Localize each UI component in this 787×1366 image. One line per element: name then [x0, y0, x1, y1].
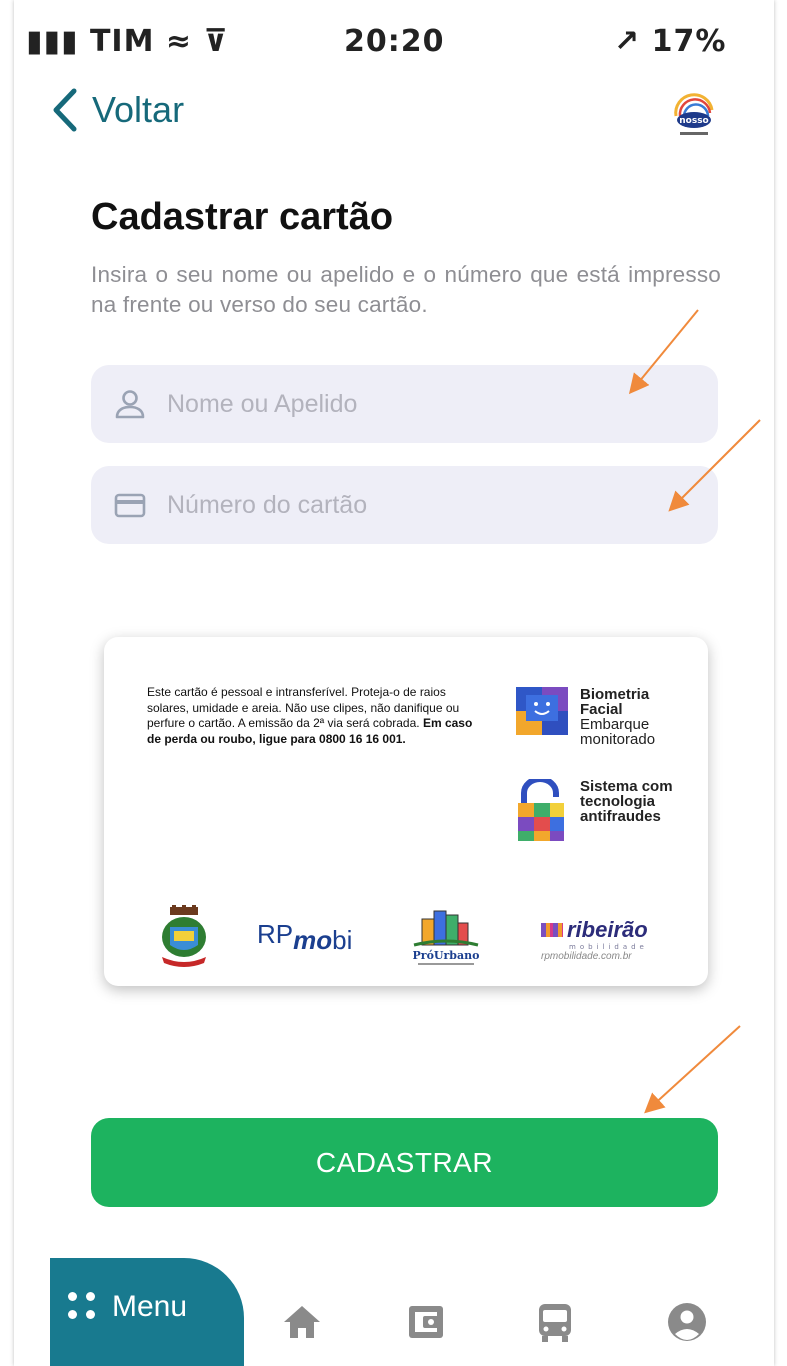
biometry-title-2: Facial [580, 701, 623, 718]
rpmobi-mo: mo [293, 925, 333, 955]
menu-tab[interactable]: Menu [50, 1258, 244, 1366]
profile-icon[interactable] [665, 1300, 709, 1344]
back-label: Voltar [92, 89, 185, 130]
card-notice: Este cartão é pessoal e intransferível. … [147, 685, 487, 747]
prourbano-logo: PróUrbano [413, 910, 480, 965]
ribeirao-sub: mobilidade [569, 943, 648, 951]
wallet-icon[interactable] [405, 1300, 449, 1344]
register-button-label: CADASTRAR [315, 1146, 494, 1178]
padlock-icon [518, 779, 564, 841]
ribeirao-name: ribeirão [567, 917, 648, 942]
credit-card-icon [114, 493, 146, 518]
name-field[interactable] [91, 365, 718, 443]
biometry-title: Biometria [580, 686, 650, 703]
battery-status: ↗ 17% ▭ [614, 24, 727, 58]
page-title: Cadastrar cartão [91, 196, 394, 238]
feature-antifraud: Sistema com tecnologia antifraudes [516, 779, 673, 843]
prourbano-label: PróUrbano [413, 949, 480, 962]
bottom-navigation: Menu [14, 1240, 774, 1366]
biometry-subtitle: Embarque [580, 716, 650, 733]
bus-icon[interactable] [533, 1300, 577, 1344]
card-notice-text: Este cartão é pessoal e intransferível. … [147, 685, 460, 730]
back-button[interactable]: Voltar [50, 84, 184, 136]
ribeirao-grid-icon [541, 923, 563, 937]
svg-text:nosso: nosso [679, 116, 709, 126]
biometry-subtitle-2: monitorado [580, 731, 656, 748]
user-icon [115, 390, 145, 419]
antifraud-line-1: Sistema com [580, 778, 673, 795]
status-time: 20:20 [344, 24, 445, 58]
partner-logos: RPmobi PróUrbano ribeirão mobilidade rpm… [104, 905, 708, 969]
page-subtitle: Insira o seu nome ou apelido e o número … [91, 262, 721, 317]
chevron-left-icon [53, 88, 77, 132]
feature-biometry: Biometria Facial Embarque monitorado [516, 687, 655, 747]
ribeirao-url: rpmobilidade.com.br [541, 951, 632, 962]
home-icon[interactable] [280, 1300, 324, 1344]
menu-label: Menu [112, 1290, 188, 1323]
status-bar: ▮▮▮ TIM ≈ ⊽ 20:20 ↗ 17% ▭ [24, 18, 759, 58]
city-crest-icon [162, 905, 206, 967]
antifraud-line-3: antifraudes [580, 808, 661, 825]
card-number-field[interactable] [91, 466, 718, 544]
rpmobi-bi: bi [332, 925, 353, 955]
card-back-image: Este cartão é pessoal e intransferível. … [104, 637, 708, 986]
ribeirao-mobilidade-logo: ribeirão mobilidade rpmobilidade.com.br [541, 917, 648, 962]
antifraud-line-2: tecnologia [580, 793, 656, 810]
name-input[interactable] [167, 389, 687, 419]
carrier-signal: ▮▮▮ TIM ≈ ⊽ [26, 24, 229, 58]
rpmobi-rp: RP [257, 919, 294, 949]
menu-dots-icon [68, 1292, 96, 1320]
rpmobi-logo: RPmobi [257, 919, 352, 955]
face-scan-icon [516, 687, 568, 735]
card-number-input[interactable] [167, 490, 687, 520]
register-button[interactable]: CADASTRAR [91, 1118, 718, 1207]
nosso-mobilidade-logo-icon: nosso [674, 93, 714, 135]
